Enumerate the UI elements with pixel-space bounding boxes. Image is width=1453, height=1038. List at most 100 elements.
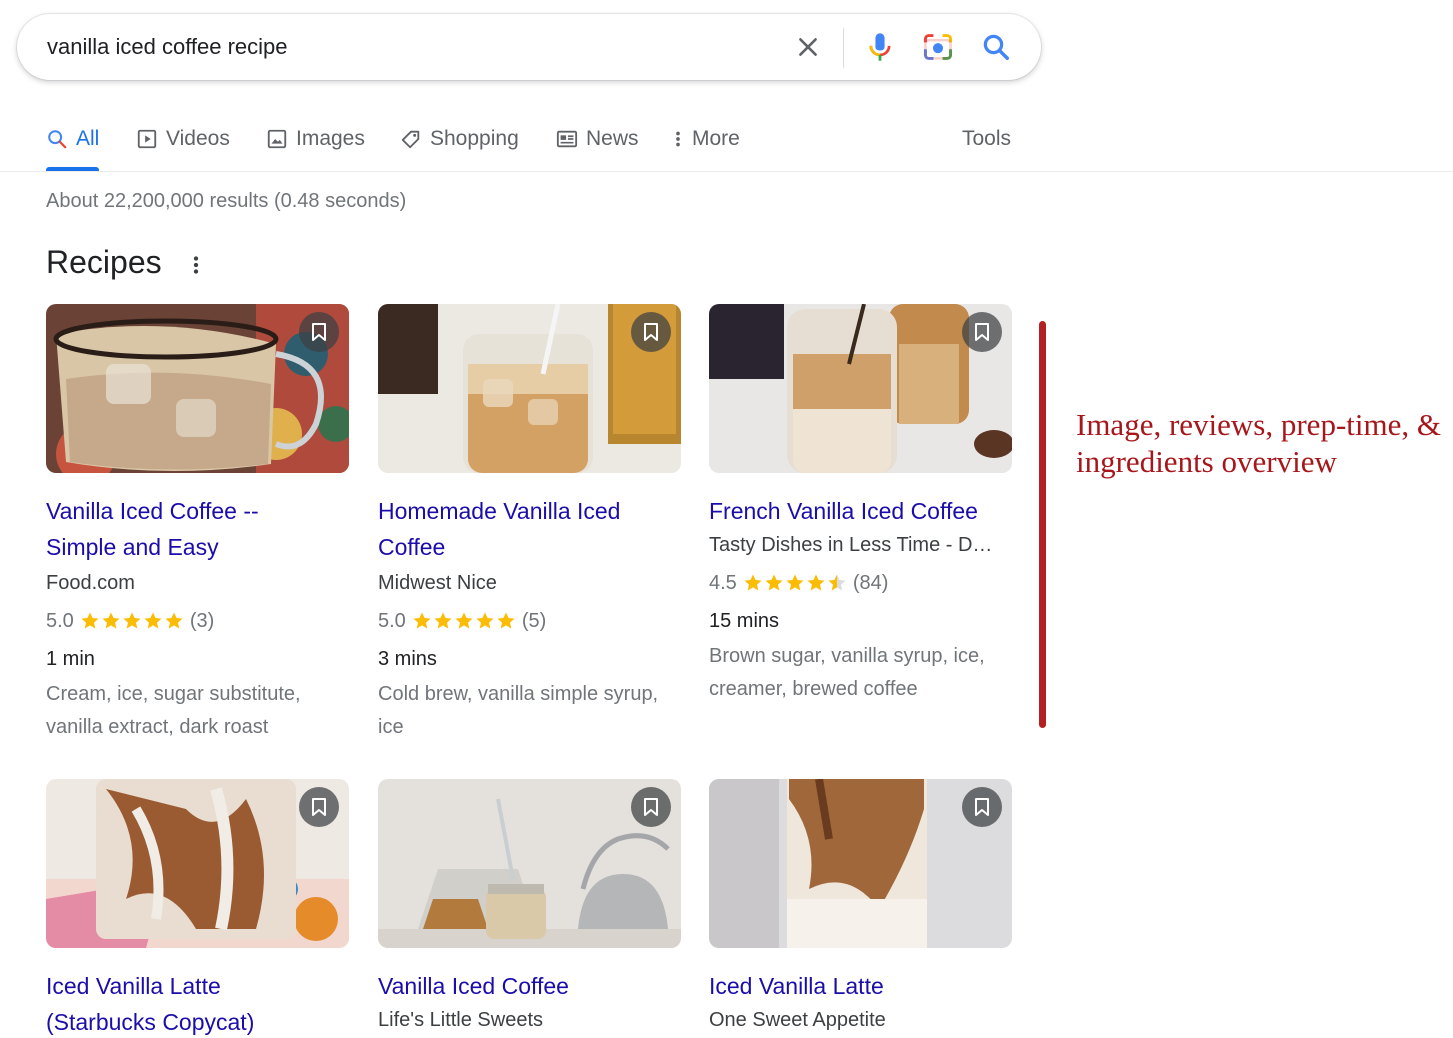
recipe-title-line: Vanilla Iced Coffee bbox=[378, 973, 569, 999]
recipe-title-line: French Vanilla Iced Coffee bbox=[709, 498, 978, 524]
recipe-card[interactable]: French Vanilla Iced Coffee Tasty Dishes … bbox=[709, 304, 1012, 706]
star-filled-icon bbox=[165, 612, 183, 629]
star-rating bbox=[412, 611, 516, 631]
ingredients-line: Brown sugar, vanilla syrup, ice, bbox=[709, 645, 985, 667]
recipe-title-line: (Starbucks Copycat) bbox=[46, 1009, 255, 1035]
search-box[interactable] bbox=[17, 14, 1041, 80]
close-icon[interactable] bbox=[791, 30, 825, 64]
annotation-text: Image, reviews, prep-time, & ingredients… bbox=[1076, 407, 1441, 479]
prep-time: 1 min bbox=[46, 648, 95, 670]
tab-shopping[interactable]: Shopping bbox=[400, 124, 519, 154]
active-tab-indicator bbox=[46, 167, 99, 171]
image-icon bbox=[267, 129, 287, 149]
star-filled-icon bbox=[786, 574, 804, 591]
star-filled-icon bbox=[102, 612, 120, 629]
recipe-title-line: Iced Vanilla Latte bbox=[46, 973, 221, 999]
bookmark-icon[interactable] bbox=[962, 312, 1002, 352]
recipe-card[interactable]: Vanilla Iced Coffee Life's Little Sweets bbox=[378, 779, 681, 1034]
camera-lens-icon[interactable] bbox=[921, 30, 955, 64]
recipe-source: Tasty Dishes in Less Time - D… bbox=[709, 534, 993, 556]
tab-label: Shopping bbox=[430, 127, 519, 150]
recipe-source: One Sweet Appetite bbox=[709, 1009, 886, 1031]
recipe-image[interactable] bbox=[378, 779, 681, 948]
search-input[interactable] bbox=[47, 28, 747, 66]
tab-videos[interactable]: Videos bbox=[136, 124, 230, 154]
search-divider bbox=[843, 28, 844, 68]
bookmark-icon[interactable] bbox=[299, 312, 339, 352]
tab-tools[interactable]: Tools bbox=[962, 124, 1011, 154]
star-filled-icon bbox=[413, 612, 431, 629]
star-filled-icon bbox=[81, 612, 99, 629]
tab-label: More bbox=[692, 127, 740, 150]
recipe-card[interactable]: Homemade Vanilla Iced Coffee Midwest Nic… bbox=[378, 304, 681, 744]
star-filled-icon bbox=[497, 612, 515, 629]
search-icon bbox=[48, 130, 67, 149]
search-icon[interactable] bbox=[979, 30, 1013, 64]
recipe-title[interactable]: Vanilla Iced Coffee bbox=[378, 968, 681, 1004]
star-filled-icon bbox=[744, 574, 762, 591]
bookmark-icon[interactable] bbox=[631, 312, 671, 352]
tab-label: News bbox=[586, 127, 639, 150]
tab-more[interactable]: More bbox=[672, 124, 740, 154]
star-filled-icon bbox=[144, 612, 162, 629]
ingredients-line: Cold brew, vanilla simple syrup, bbox=[378, 683, 659, 705]
annotation-bracket bbox=[1039, 321, 1046, 728]
recipe-card[interactable]: Iced Vanilla Latte One Sweet Appetite bbox=[709, 779, 1012, 1034]
recipe-image[interactable] bbox=[709, 779, 1012, 948]
star-filled-icon bbox=[455, 612, 473, 629]
star-filled-icon bbox=[123, 612, 141, 629]
recipe-image[interactable] bbox=[46, 779, 349, 948]
more-vert-icon[interactable] bbox=[186, 252, 206, 278]
review-count: (5) bbox=[521, 610, 547, 632]
tab-news[interactable]: News bbox=[556, 124, 639, 154]
recipe-title[interactable]: Vanilla Iced Coffee -- Simple and Easy bbox=[46, 493, 349, 565]
review-count: (3) bbox=[189, 610, 215, 632]
star-filled-icon bbox=[476, 612, 494, 629]
recipe-rating: 5.0 (5) bbox=[378, 607, 681, 635]
recipe-image[interactable] bbox=[709, 304, 1012, 473]
rating-value: 4.5 bbox=[709, 572, 737, 594]
recipe-rating: 4.5 (84) bbox=[709, 569, 1012, 597]
recipe-source: Midwest Nice bbox=[378, 572, 497, 594]
rating-value: 5.0 bbox=[378, 610, 406, 632]
bookmark-icon[interactable] bbox=[631, 787, 671, 827]
ingredients-line: Cream, ice, sugar substitute, bbox=[46, 683, 301, 705]
ingredients-line: ice bbox=[378, 716, 404, 738]
bookmark-icon[interactable] bbox=[962, 787, 1002, 827]
ingredients: Brown sugar, vanilla syrup, ice, creamer… bbox=[709, 640, 1012, 706]
bookmark-icon[interactable] bbox=[299, 787, 339, 827]
search-tabs: All Videos Images Shopping News More Too… bbox=[0, 108, 1453, 172]
recipe-title-line: Homemade Vanilla Iced bbox=[378, 498, 621, 524]
recipe-source: Life's Little Sweets bbox=[378, 1009, 544, 1031]
star-rating bbox=[80, 611, 184, 631]
more-vert-icon bbox=[676, 131, 680, 147]
recipe-image[interactable] bbox=[378, 304, 681, 473]
tab-label: Tools bbox=[962, 127, 1012, 150]
star-filled-icon bbox=[765, 574, 783, 591]
recipe-card[interactable]: Vanilla Iced Coffee -- Simple and Easy F… bbox=[46, 304, 349, 744]
rating-value: 5.0 bbox=[46, 610, 74, 632]
recipe-title[interactable]: French Vanilla Iced Coffee bbox=[709, 493, 1012, 529]
review-count: (84) bbox=[852, 572, 889, 594]
prep-time: 15 mins bbox=[709, 610, 780, 632]
tab-label: Videos bbox=[166, 127, 230, 150]
recipe-title[interactable]: Homemade Vanilla Iced Coffee bbox=[378, 493, 681, 565]
recipe-image[interactable] bbox=[46, 304, 349, 473]
recipe-title-line: Coffee bbox=[378, 534, 446, 560]
star-filled-icon bbox=[807, 574, 825, 591]
ingredients-line: creamer, brewed coffee bbox=[709, 678, 918, 700]
section-title: Recipes bbox=[46, 244, 162, 280]
recipe-title[interactable]: Iced Vanilla Latte bbox=[709, 968, 1012, 1004]
microphone-icon[interactable] bbox=[863, 30, 897, 64]
ingredients-line: vanilla extract, dark roast bbox=[46, 716, 269, 738]
result-stats: About 22,200,000 results (0.48 seconds) bbox=[46, 190, 407, 212]
tab-label: Images bbox=[296, 127, 365, 150]
tab-images[interactable]: Images bbox=[266, 124, 365, 154]
tab-label: All bbox=[76, 127, 100, 150]
prep-time: 3 mins bbox=[378, 648, 437, 670]
recipe-title-line: Vanilla Iced Coffee -- bbox=[46, 498, 259, 524]
star-filled-icon bbox=[434, 612, 452, 629]
recipe-title[interactable]: Iced Vanilla Latte (Starbucks Copycat) bbox=[46, 968, 349, 1038]
tab-all[interactable]: All bbox=[46, 124, 99, 154]
recipe-card[interactable]: Iced Vanilla Latte (Starbucks Copycat) bbox=[46, 779, 349, 1038]
